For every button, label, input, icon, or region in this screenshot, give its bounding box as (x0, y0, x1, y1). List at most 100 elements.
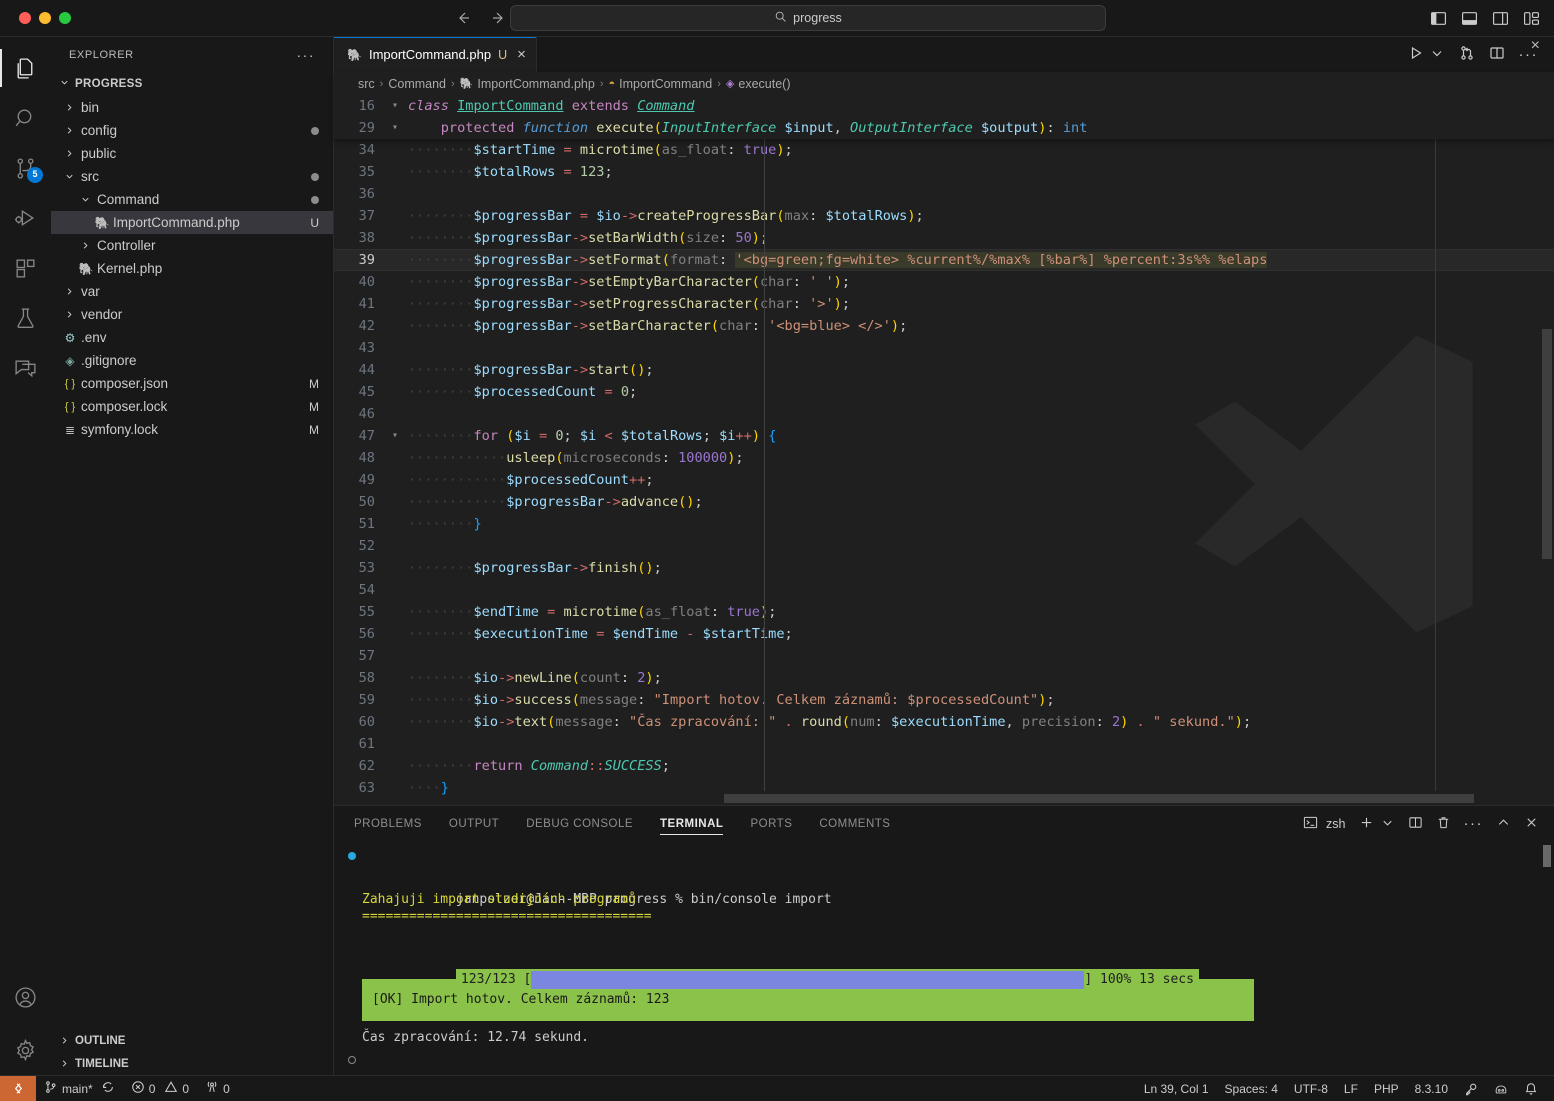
status-bell-icon[interactable] (1516, 1076, 1554, 1101)
tree-folder-public[interactable]: public (51, 142, 333, 165)
sync-icon[interactable] (101, 1080, 115, 1097)
zoom-window-button[interactable] (59, 12, 71, 24)
toggle-secondary-sidebar-icon[interactable] (1491, 9, 1509, 27)
code-line-44[interactable]: 44········$progressBar->start(); (334, 359, 1554, 381)
remote-window-icon[interactable] (0, 1076, 36, 1101)
new-terminal-icon[interactable] (1359, 815, 1374, 833)
code-line-47[interactable]: 47▾········for ($i = 0; $i < $totalRows;… (334, 425, 1554, 447)
tree-folder-command[interactable]: Command (51, 188, 333, 211)
code-line-62[interactable]: 62········return Command::SUCCESS; (334, 755, 1554, 777)
tree-file-.env[interactable]: ⚙.env (51, 326, 333, 349)
code-line-41[interactable]: 41········$progressBar->setProgressChara… (334, 293, 1554, 315)
status-branch[interactable]: main* (36, 1076, 123, 1101)
code-line-61[interactable]: 61 (334, 733, 1554, 755)
tab-terminal[interactable]: TERMINAL (660, 806, 723, 841)
activity-source-control-icon[interactable]: 5 (0, 143, 51, 193)
activity-run-and-debug-icon[interactable] (0, 193, 51, 243)
tree-folder-controller[interactable]: Controller (51, 234, 333, 257)
tab-debug-console[interactable]: DEBUG CONSOLE (526, 806, 633, 841)
tab-output[interactable]: OUTPUT (449, 806, 499, 841)
tree-folder-bin[interactable]: bin (51, 96, 333, 119)
code-line-36[interactable]: 36 (334, 183, 1554, 205)
chevron-down-icon[interactable] (1429, 45, 1445, 64)
breadcrumb-class[interactable]: ImportCommand (619, 77, 712, 91)
close-window-button[interactable] (19, 12, 31, 24)
tab-importcommand-php[interactable]: 🐘 ImportCommand.php U × (334, 37, 537, 72)
code-line-55[interactable]: 55········$endTime = microtime(as_float:… (334, 601, 1554, 623)
editor-horizontal-scrollbar[interactable] (724, 794, 1474, 803)
code-line-35[interactable]: 35········$totalRows = 123; (334, 161, 1554, 183)
code-line-60[interactable]: 60········$io->text(message: "Čas zpraco… (334, 711, 1554, 733)
status-php-version[interactable]: 8.3.10 (1407, 1076, 1456, 1101)
explorer-more-actions-icon[interactable]: ··· (297, 47, 316, 63)
activity-comments-icon[interactable] (0, 343, 51, 393)
tree-folder-src[interactable]: src (51, 165, 333, 188)
activity-testing-icon[interactable] (0, 293, 51, 343)
code-line-40[interactable]: 40········$progressBar->setEmptyBarChara… (334, 271, 1554, 293)
toggle-primary-sidebar-icon[interactable] (1429, 9, 1447, 27)
tab-problems[interactable]: PROBLEMS (354, 806, 422, 841)
close-panel-icon[interactable] (1524, 815, 1539, 833)
code-editor[interactable]: 34········$startTime = microtime(as_floa… (334, 139, 1554, 805)
activity-explorer-icon[interactable] (0, 43, 51, 93)
code-line-50[interactable]: 50············$progressBar->advance(); (334, 491, 1554, 513)
sidebar-item-timeline[interactable]: TIMELINE (51, 1052, 333, 1075)
arrow-left-icon[interactable] (450, 6, 476, 30)
status-language-mode[interactable]: PHP (1366, 1076, 1407, 1101)
editor-vertical-scrollbar[interactable] (1542, 329, 1552, 559)
status-problems[interactable]: 0 0 (123, 1076, 197, 1101)
status-eol[interactable]: LF (1336, 1076, 1366, 1101)
tree-file-composer.json[interactable]: { }composer.jsonM (51, 372, 333, 395)
code-line-54[interactable]: 54 (334, 579, 1554, 601)
close-editor-group-icon[interactable]: × (1531, 37, 1540, 55)
tree-file-symfony.lock[interactable]: ≣symfony.lockM (51, 418, 333, 441)
sticky-line-29[interactable]: 29 ▾ protected function execute(InputInt… (334, 117, 1554, 139)
fold-icon[interactable]: ▾ (386, 117, 404, 139)
tree-folder-vendor[interactable]: vendor (51, 303, 333, 326)
code-line-42[interactable]: 42········$progressBar->setBarCharacter(… (334, 315, 1554, 337)
code-line-56[interactable]: 56········$executionTime = $endTime - $s… (334, 623, 1554, 645)
panel-more-actions-icon[interactable]: ··· (1464, 815, 1484, 832)
activity-accounts-icon[interactable] (0, 975, 51, 1025)
tree-folder-config[interactable]: config (51, 119, 333, 142)
code-line-59[interactable]: 59········$io->success(message: "Import … (334, 689, 1554, 711)
tree-file-kernel.php[interactable]: 🐘Kernel.php (51, 257, 333, 280)
status-encoding[interactable]: UTF-8 (1286, 1076, 1336, 1101)
chevron-down-icon[interactable] (1380, 815, 1395, 833)
breadcrumb-method[interactable]: execute() (738, 77, 790, 91)
activity-extensions-icon[interactable] (0, 243, 51, 293)
status-indentation[interactable]: Spaces: 4 (1217, 1076, 1286, 1101)
code-line-34[interactable]: 34········$startTime = microtime(as_floa… (334, 139, 1554, 161)
split-terminal-icon[interactable] (1408, 815, 1423, 833)
tree-file-composer.lock[interactable]: { }composer.lockM (51, 395, 333, 418)
folder-root-progress[interactable]: PROGRESS (51, 72, 333, 95)
source-control-compare-icon[interactable] (1459, 45, 1475, 64)
tab-comments[interactable]: COMMENTS (819, 806, 890, 841)
toggle-panel-icon[interactable] (1460, 9, 1478, 27)
breadcrumb-command[interactable]: Command (388, 77, 446, 91)
tree-file-.gitignore[interactable]: ◈.gitignore (51, 349, 333, 372)
breadcrumb-src[interactable]: src (358, 77, 375, 91)
tab-ports[interactable]: PORTS (750, 806, 792, 841)
split-editor-icon[interactable] (1489, 45, 1505, 64)
terminal-output[interactable]: janpolzer@Jan--MBP progress % bin/consol… (334, 841, 1554, 1075)
fold-icon[interactable]: ▾ (386, 95, 404, 117)
code-line-57[interactable]: 57 (334, 645, 1554, 667)
code-line-45[interactable]: 45········$processedCount = 0; (334, 381, 1554, 403)
tree-file-importcommand.php[interactable]: 🐘ImportCommand.phpU (51, 211, 333, 234)
terminal-icon[interactable] (1303, 815, 1318, 833)
code-line-51[interactable]: 51········} (334, 513, 1554, 535)
code-line-58[interactable]: 58········$io->newLine(count: 2); (334, 667, 1554, 689)
tree-folder-var[interactable]: var (51, 280, 333, 303)
close-tab-icon[interactable]: × (517, 47, 526, 62)
fold-icon[interactable]: ▾ (386, 425, 404, 447)
code-line-43[interactable]: 43 (334, 337, 1554, 359)
code-line-52[interactable]: 52 (334, 535, 1554, 557)
status-key-icon[interactable] (1456, 1076, 1486, 1101)
sticky-line-16[interactable]: 16 ▾ class ImportCommand extends Command (334, 95, 1554, 117)
arrow-right-icon[interactable] (486, 6, 512, 30)
maximize-panel-icon[interactable] (1496, 815, 1511, 833)
sidebar-item-outline[interactable]: OUTLINE (51, 1029, 333, 1052)
code-line-37[interactable]: 37········$progressBar = $io->createProg… (334, 205, 1554, 227)
minimize-window-button[interactable] (39, 12, 51, 24)
